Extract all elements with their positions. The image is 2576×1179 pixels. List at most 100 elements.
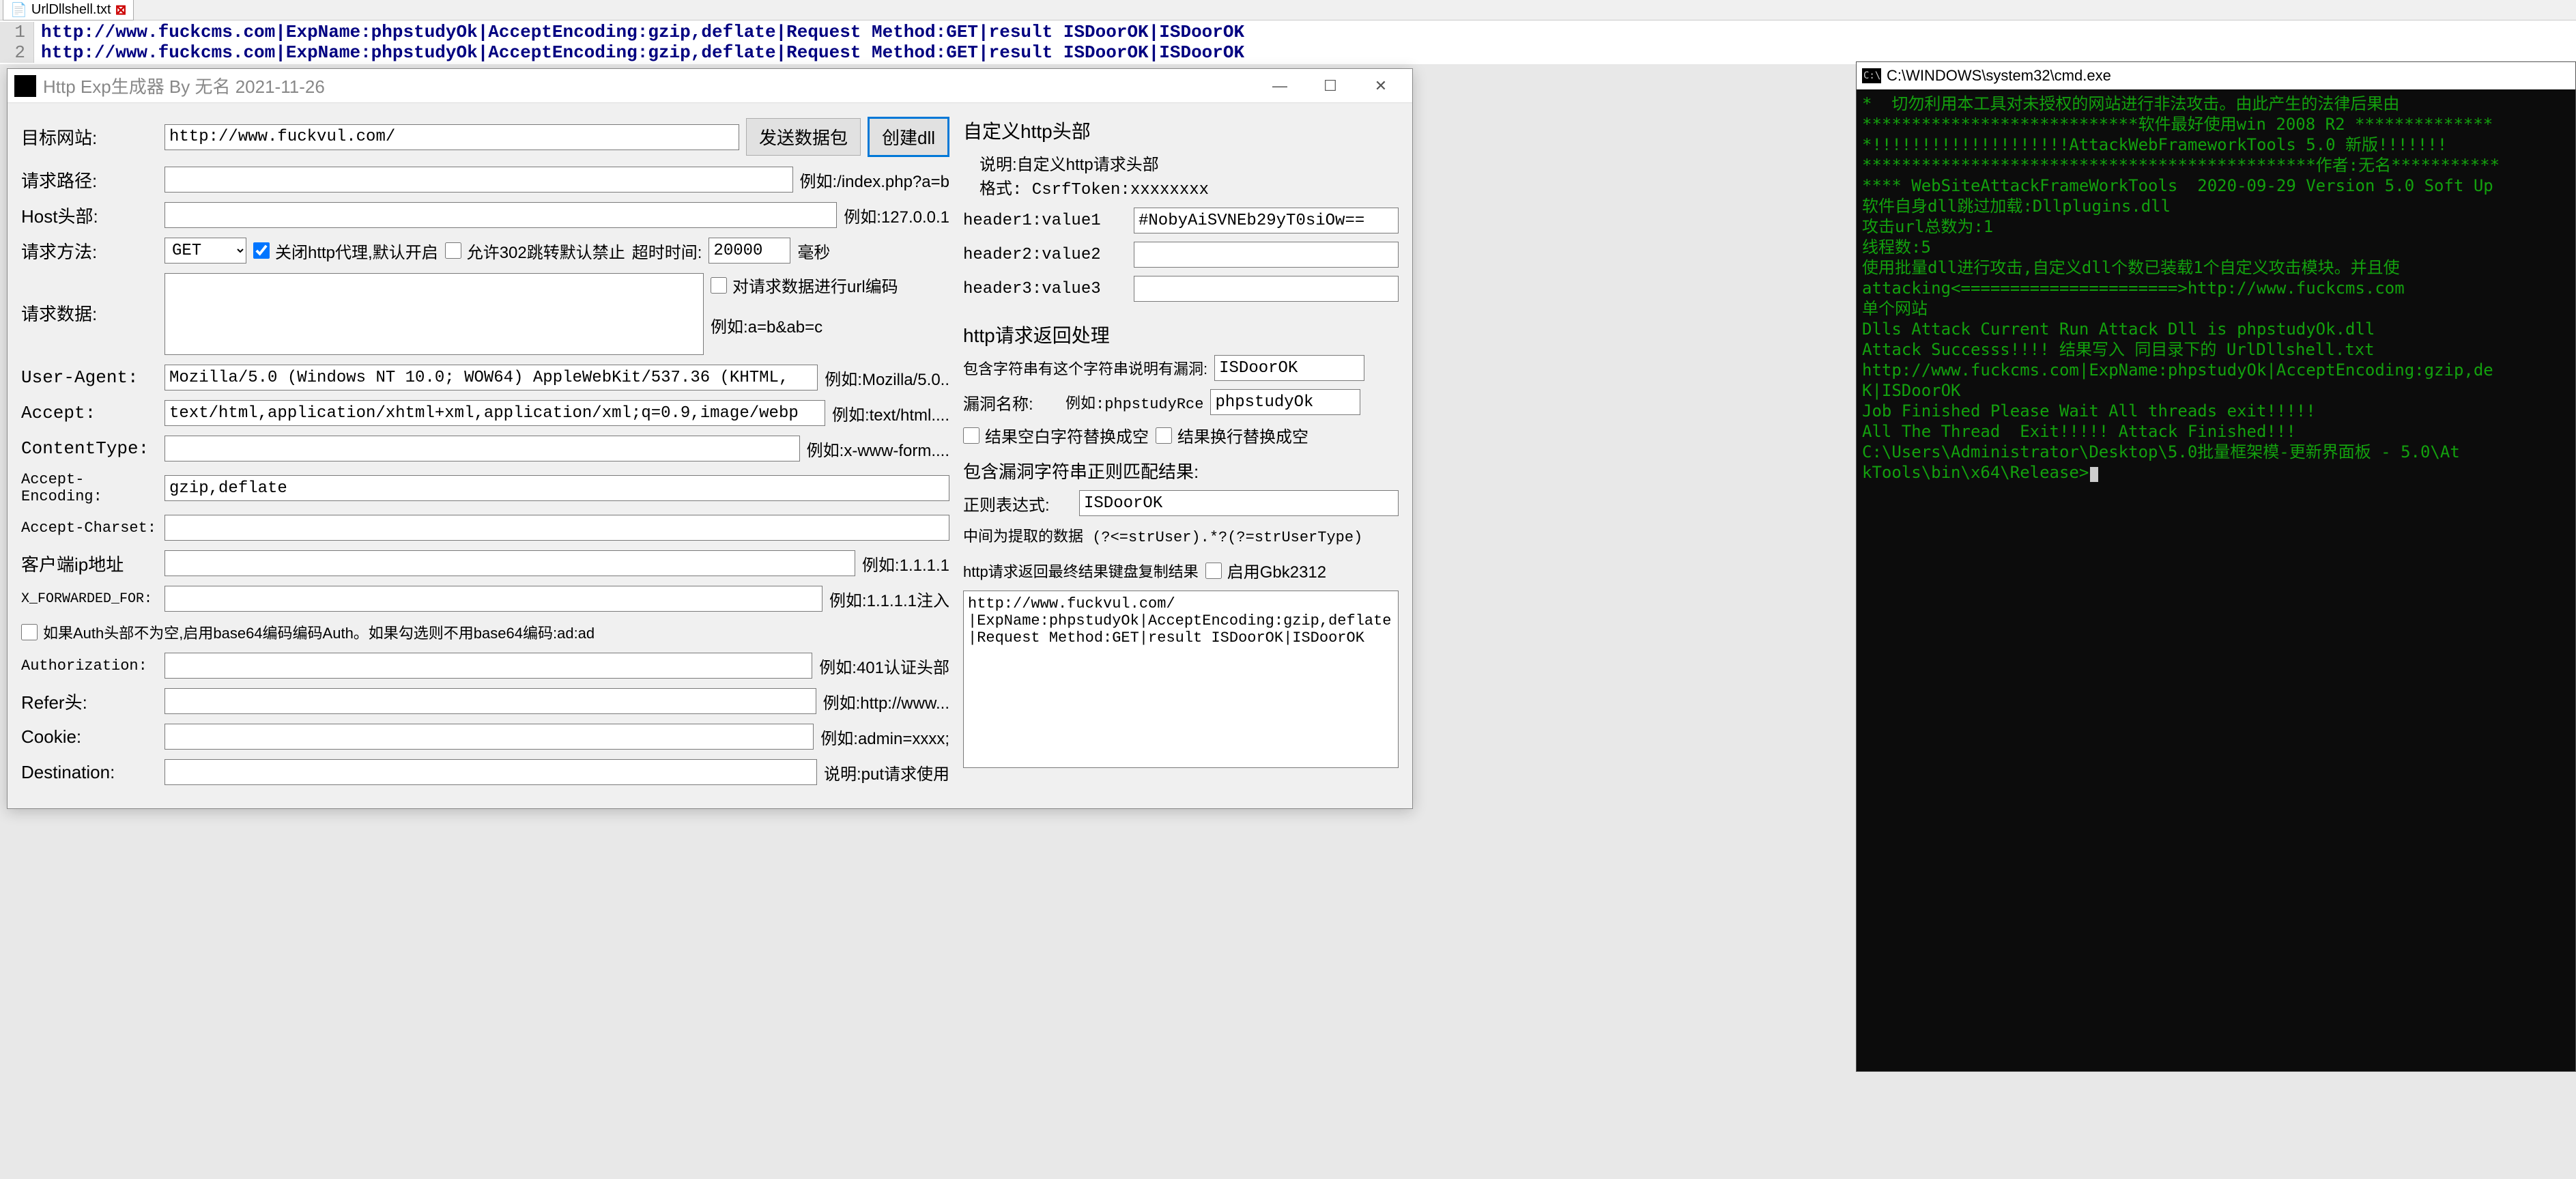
cmd-line: 使用批量dll进行攻击,自定义dll个数已装载1个自定义攻击模块。并且使	[1862, 257, 2570, 278]
strip-nl-checkbox[interactable]	[1156, 427, 1172, 444]
custom-header-fmt: 格式: CsrfToken:xxxxxxxx	[963, 175, 1399, 199]
maximize-button[interactable]: ☐	[1306, 72, 1355, 100]
target-label: 目标网站:	[21, 124, 158, 150]
data-label: 请求数据:	[21, 273, 158, 326]
header3-input[interactable]	[1134, 276, 1399, 302]
ctype-hint: 例如:x-www-form....	[807, 437, 949, 461]
cmd-line: http://www.fuckcms.com|ExpName:phpstudyO…	[1862, 360, 2570, 380]
achar-input[interactable]	[164, 515, 949, 541]
aenc-input[interactable]	[164, 475, 949, 501]
ua-label: User-Agent:	[21, 367, 158, 388]
close-button[interactable]: ✕	[1356, 72, 1405, 100]
xff-hint: 例如:1.1.1.1注入	[829, 587, 949, 611]
strip-ws-checkbox[interactable]	[963, 427, 979, 444]
close-proxy-label: 关闭http代理,默认开启	[275, 239, 438, 263]
build-dll-button[interactable]: 创建dll	[868, 117, 949, 157]
method-select[interactable]: GET	[164, 238, 246, 264]
cmd-line: 线程数:5	[1862, 237, 2570, 257]
cmd-window: C:\ C:\WINDOWS\system32\cmd.exe * 切勿利用本工…	[1856, 61, 2576, 1072]
target-input[interactable]	[164, 124, 739, 150]
vuln-contains-label: 包含字符串有这个字符串说明有漏洞:	[963, 357, 1207, 379]
aenc-label: Accept-Encoding:	[21, 471, 158, 505]
regex-input[interactable]	[1079, 490, 1399, 516]
close-icon[interactable]: ⊠	[115, 1, 127, 18]
line-number: 1	[0, 22, 34, 42]
header2-input[interactable]	[1134, 242, 1399, 268]
http-exp-generator-window: Http Exp生成器 By 无名 2021-11-26 — ☐ ✕ 目标网站:…	[7, 68, 1413, 809]
code-line: http://www.fuckcms.com|ExpName:phpstudyO…	[34, 22, 1244, 42]
send-button[interactable]: 发送数据包	[746, 118, 861, 156]
vuln-name-input[interactable]	[1210, 389, 1360, 415]
cookie-input[interactable]	[164, 724, 814, 750]
cmd-line: 软件自身dll跳过加载:Dllplugins.dll	[1862, 196, 2570, 216]
code-editor[interactable]: 1 http://www.fuckcms.com|ExpName:phpstud…	[0, 20, 2576, 64]
resp-title: http请求返回处理	[963, 321, 1399, 348]
regex-title: 包含漏洞字符串正则匹配结果:	[963, 458, 1399, 483]
cmd-line: *!!!!!!!!!!!!!!!!!!!!AttackWebFrameworkT…	[1862, 134, 2570, 155]
host-hint: 例如:127.0.0.1	[844, 203, 949, 227]
cmd-line: K|ISDoorOK	[1862, 380, 2570, 401]
auth-input[interactable]	[164, 653, 812, 679]
clientip-input[interactable]	[164, 550, 855, 576]
achar-label: Accept-Charset:	[21, 520, 158, 537]
method-label: 请求方法:	[21, 238, 158, 264]
cmd-line: Dlls Attack Current Run Attack Dll is ph…	[1862, 319, 2570, 339]
timeout-input[interactable]	[709, 238, 790, 264]
refer-hint: 例如:http://www...	[823, 690, 949, 713]
dest-input[interactable]	[164, 759, 817, 785]
auth-hint: 例如:401认证头部	[819, 654, 949, 678]
dest-label: Destination:	[21, 762, 158, 783]
cmd-line: All The Thread Exit!!!!! Attack Finished…	[1862, 421, 2570, 442]
cmd-output[interactable]: * 切勿利用本工具对未授权的网站进行非法攻击。由此产生的法律后果由 ******…	[1857, 89, 2575, 1071]
ctype-input[interactable]	[164, 436, 800, 461]
custom-header-desc: 说明:自定义http请求头部	[963, 151, 1399, 175]
clientip-label: 客户端ip地址	[21, 551, 158, 576]
host-input[interactable]	[164, 202, 837, 228]
allow-302-checkbox[interactable]	[445, 242, 461, 259]
refer-input[interactable]	[164, 688, 816, 714]
timeout-unit: 毫秒	[797, 239, 830, 263]
cmd-line: **** WebSiteAttackFrameWorkTools 2020-09…	[1862, 175, 2570, 196]
close-proxy-checkbox[interactable]	[253, 242, 270, 259]
cookie-label: Cookie:	[21, 726, 158, 748]
auth-b64-label: 如果Auth头部不为空,启用base64编码编码Auth。如果勾选则不用base…	[43, 621, 595, 643]
request-data-textarea[interactable]	[164, 273, 704, 355]
code-line: http://www.fuckcms.com|ExpName:phpstudyO…	[34, 42, 1244, 63]
cmd-prompt: kTools\bin\x64\Release>	[1862, 462, 2570, 483]
urlencode-checkbox[interactable]	[711, 277, 727, 294]
cmd-line: 攻击url总数为:1	[1862, 216, 2570, 237]
xff-input[interactable]	[164, 586, 822, 612]
refer-label: Refer头:	[21, 689, 158, 714]
result-textarea[interactable]: http://www.fuckvul.com/ |ExpName:phpstud…	[963, 591, 1399, 768]
data-hint: 例如:a=b&ab=c	[711, 313, 898, 337]
header1-input[interactable]	[1134, 208, 1399, 233]
cmd-line: 单个网站	[1862, 298, 2570, 319]
header3-label: header3:value3	[963, 280, 1127, 298]
path-hint: 例如:/index.php?a=b	[800, 168, 949, 192]
window-title: Http Exp生成器 By 无名 2021-11-26	[43, 73, 1248, 98]
titlebar[interactable]: Http Exp生成器 By 无名 2021-11-26 — ☐ ✕	[8, 69, 1412, 103]
auth-b64-checkbox[interactable]	[21, 624, 38, 640]
ua-input[interactable]	[164, 365, 818, 390]
xff-label: X_FORWARDED_FOR:	[21, 591, 158, 607]
cmd-line: Job Finished Please Wait All threads exi…	[1862, 401, 2570, 421]
regex-hint: 中间为提取的数据 (?<=strUser).*?(?=strUserType)	[963, 524, 1399, 546]
line-number: 2	[0, 42, 34, 63]
cmd-titlebar[interactable]: C:\ C:\WINDOWS\system32\cmd.exe	[1857, 62, 2575, 89]
app-icon	[14, 75, 36, 97]
cmd-title: C:\WINDOWS\system32\cmd.exe	[1887, 67, 2111, 85]
accept-label: Accept:	[21, 403, 158, 423]
ctype-label: ContentType:	[21, 438, 158, 459]
host-label: Host头部:	[21, 203, 158, 228]
vuln-contains-input[interactable]	[1214, 355, 1364, 381]
tab-filename: UrlDllshell.txt	[31, 2, 111, 18]
accept-input[interactable]	[164, 400, 825, 426]
editor-tab[interactable]: 📄 UrlDllshell.txt ⊠	[3, 0, 134, 20]
path-input[interactable]	[164, 167, 793, 193]
regex-label: 正则表达式:	[963, 492, 1072, 515]
vuln-name-hint: 例如:phpstudyRce	[1065, 391, 1203, 413]
clientip-hint: 例如:1.1.1.1	[862, 552, 949, 576]
gbk-label: 启用Gbk2312	[1227, 558, 1326, 582]
gbk-checkbox[interactable]	[1205, 563, 1222, 579]
minimize-button[interactable]: —	[1255, 72, 1304, 100]
